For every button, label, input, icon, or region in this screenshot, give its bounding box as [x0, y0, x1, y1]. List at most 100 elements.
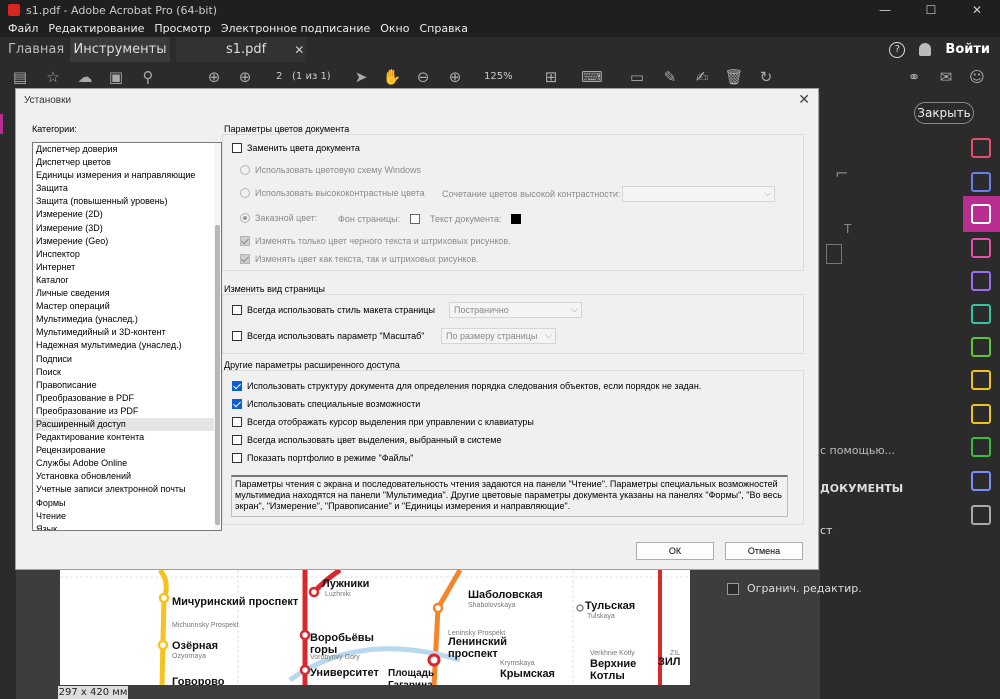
scan-icon[interactable]: [971, 370, 991, 390]
keyboard-icon[interactable]: ⌨: [581, 68, 603, 86]
category-item[interactable]: Измерение (3D): [33, 222, 221, 235]
compare-icon[interactable]: [971, 337, 991, 357]
page-fit-icon[interactable]: ⊞: [542, 68, 560, 86]
category-item[interactable]: Защита: [33, 182, 221, 195]
bell-icon[interactable]: [919, 43, 932, 56]
portfolio-files-checkbox[interactable]: [232, 453, 242, 463]
category-item[interactable]: Поиск: [33, 366, 221, 379]
always-zoom-checkbox[interactable]: [232, 331, 242, 341]
replace-colors-row[interactable]: Заменить цвета документа: [232, 143, 360, 153]
close-window-button[interactable]: ✕: [954, 0, 1000, 20]
create-pdf-icon[interactable]: [971, 172, 991, 192]
comment-tool-icon[interactable]: [971, 404, 991, 424]
minimize-button[interactable]: —: [862, 0, 908, 20]
system-highlight-row[interactable]: Всегда использовать цвет выделения, выбр…: [232, 435, 502, 445]
categories-list[interactable]: Диспетчер доверия Диспетчер цветов Едини…: [32, 142, 222, 531]
category-item[interactable]: Надежная мультимедиа (унаслед.): [33, 339, 221, 352]
fill-sign-icon[interactable]: [971, 271, 991, 291]
category-item[interactable]: Личные сведения: [33, 287, 221, 300]
category-item[interactable]: Диспетчер цветов: [33, 156, 221, 169]
category-item[interactable]: Измерение (Geo): [33, 235, 221, 248]
category-item[interactable]: Интернет: [33, 261, 221, 274]
replace-colors-checkbox[interactable]: [232, 143, 242, 153]
category-item[interactable]: Преобразование из PDF: [33, 405, 221, 418]
category-item[interactable]: Мастер операций: [33, 300, 221, 313]
category-item[interactable]: Преобразование в PDF: [33, 392, 221, 405]
dialog-close-icon[interactable]: ✕: [798, 91, 810, 108]
category-item[interactable]: Рецензирование: [33, 444, 221, 457]
keyboard-cursor-checkbox[interactable]: [232, 417, 242, 427]
category-item[interactable]: Редактирование контента: [33, 431, 221, 444]
trash-icon[interactable]: 🗑: [724, 68, 743, 86]
star-icon[interactable]: ☆: [44, 68, 62, 86]
always-layout-row[interactable]: Всегда использовать стиль макета страниц…: [232, 305, 435, 315]
text-tool-icon[interactable]: ⌐: [835, 164, 853, 183]
next-page-icon[interactable]: ⊕: [236, 68, 254, 86]
special-abilities-checkbox[interactable]: [232, 399, 242, 409]
protect-icon[interactable]: [971, 471, 991, 491]
tab-document[interactable]: s1.pdf ✕: [176, 37, 306, 62]
category-item[interactable]: Мультимедийный и 3D-контент: [33, 326, 221, 339]
menu-help[interactable]: Справка: [419, 22, 467, 35]
cancel-button[interactable]: Отмена: [725, 542, 803, 560]
link-icon[interactable]: ⚭: [905, 68, 923, 86]
help-icon[interactable]: ?: [889, 41, 906, 58]
special-abilities-row[interactable]: Использовать специальные возможности: [232, 399, 420, 409]
sign-icon[interactable]: ✍: [693, 68, 711, 86]
always-zoom-row[interactable]: Всегда использовать параметр "Масштаб": [232, 331, 424, 341]
comment-icon[interactable]: ▭: [628, 68, 646, 86]
prev-page-icon[interactable]: ⊕: [205, 68, 223, 86]
sign-in-link[interactable]: Войти: [945, 42, 990, 57]
category-item[interactable]: Измерение (2D): [33, 208, 221, 221]
doc-structure-checkbox[interactable]: [232, 381, 242, 391]
category-item[interactable]: Язык: [33, 523, 221, 530]
zoom-in-icon[interactable]: ⊕: [446, 68, 464, 86]
scrollbar-thumb[interactable]: [215, 225, 220, 525]
category-item[interactable]: Формы: [33, 497, 221, 510]
category-item[interactable]: Каталог: [33, 274, 221, 287]
categories-scrollbar[interactable]: [214, 143, 221, 530]
category-item[interactable]: Службы Adobe Online: [33, 457, 221, 470]
menu-esign[interactable]: Электронное подписание: [221, 22, 370, 35]
page-bg-color-swatch[interactable]: [410, 214, 420, 224]
edit-pdf-icon[interactable]: [971, 204, 991, 224]
category-item-selected[interactable]: Расширенный доступ: [33, 417, 221, 432]
email-icon[interactable]: ✉: [937, 68, 955, 86]
pen-icon[interactable]: ✎: [661, 68, 679, 86]
category-item[interactable]: Правописание: [33, 379, 221, 392]
print-production-icon[interactable]: [971, 437, 991, 457]
category-item[interactable]: Подписи: [33, 353, 221, 366]
tab-tools[interactable]: Инструменты: [70, 37, 170, 62]
maximize-button[interactable]: ☐: [908, 0, 954, 20]
menu-view[interactable]: Просмотр: [154, 22, 210, 35]
menu-edit[interactable]: Редактирование: [48, 22, 144, 35]
pdf-page[interactable]: Мичуринский проспект Michurinsky Prospek…: [60, 570, 690, 685]
upload-cloud-icon[interactable]: ☁: [76, 68, 94, 86]
organize-pages-icon[interactable]: [971, 238, 991, 258]
font-size-dropdown[interactable]: [826, 244, 842, 264]
tab-home[interactable]: Главная: [8, 37, 68, 62]
save-icon[interactable]: ▤: [11, 68, 29, 86]
system-highlight-checkbox[interactable]: [232, 435, 242, 445]
doc-text-color-swatch[interactable]: [511, 214, 521, 224]
menu-window[interactable]: Окно: [380, 22, 409, 35]
close-tool-button[interactable]: Закрыть: [914, 102, 974, 124]
always-layout-checkbox[interactable]: [232, 305, 242, 315]
category-item[interactable]: Мультимедиа (унаслед.): [33, 313, 221, 326]
keyboard-cursor-row[interactable]: Всегда отображать курсор выделения при у…: [232, 417, 534, 427]
share-user-icon[interactable]: ☺: [968, 68, 986, 86]
category-item[interactable]: Чтение: [33, 510, 221, 523]
zoom-out-icon[interactable]: ⊖: [414, 68, 432, 86]
portfolio-files-row[interactable]: Показать портфолио в режиме "Файлы": [232, 453, 413, 463]
select-arrow-icon[interactable]: ➤: [352, 68, 370, 86]
menu-file[interactable]: Файл: [8, 22, 38, 35]
category-item[interactable]: Единицы измерения и направляющие: [33, 169, 221, 182]
doc-structure-row[interactable]: Использовать структуру документа для опр…: [232, 381, 701, 391]
more-tools-icon[interactable]: [971, 505, 991, 525]
page-number[interactable]: 2: [276, 71, 282, 82]
rotate-icon[interactable]: ↻: [757, 68, 775, 86]
tab-close-icon[interactable]: ✕: [294, 43, 304, 57]
superscript-icon[interactable]: T: [844, 222, 854, 236]
restrict-edit-checkbox[interactable]: [727, 583, 739, 595]
category-item[interactable]: Установка обновлений: [33, 470, 221, 483]
